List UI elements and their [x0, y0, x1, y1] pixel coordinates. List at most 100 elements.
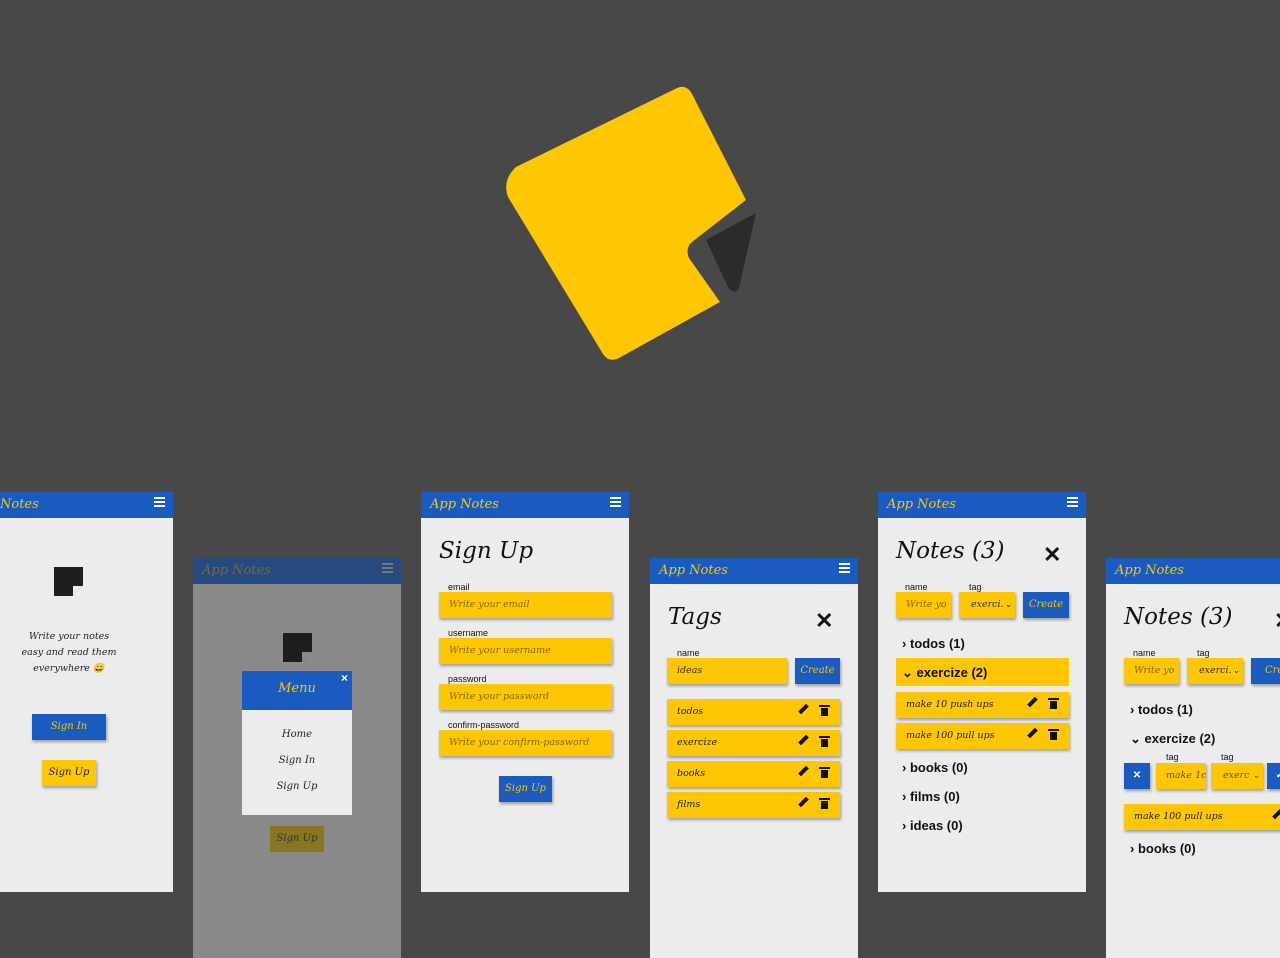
group-exercize[interactable]: ⌄ exercize (2) [1130, 731, 1215, 747]
note-text: make 10 push ups [906, 699, 994, 710]
username-label: username [448, 628, 489, 638]
hamburger-menu-icon[interactable] [1067, 497, 1078, 509]
create-tag-button[interactable]: Create [795, 658, 840, 684]
note-name-input[interactable]: Write yo [896, 592, 951, 618]
sign-in-button[interactable]: Sign In [32, 714, 106, 740]
group-todos[interactable]: › todos (1) [902, 636, 965, 651]
menu-item-sign-in[interactable]: Sign In [242, 755, 352, 766]
confirm-password-label: confirm-password [448, 720, 520, 730]
group-label: todos (1) [909, 636, 965, 651]
group-books[interactable]: › books (0) [902, 760, 968, 775]
group-label: books (0) [1137, 841, 1196, 856]
tag-row[interactable]: exercize [667, 730, 840, 756]
phone-notes-edit: App Notes Notes (3) ✕ name tag Write yo … [1106, 558, 1280, 958]
name-label: name [1133, 648, 1156, 658]
edit-note-input[interactable]: make 1c [1156, 763, 1206, 789]
tag-name: todos [677, 706, 704, 717]
trash-icon[interactable] [819, 798, 830, 809]
hamburger-menu-icon[interactable] [154, 497, 165, 509]
sign-up-button[interactable]: Sign Up [42, 760, 96, 786]
group-todos[interactable]: › todos (1) [1130, 702, 1193, 717]
trash-icon[interactable] [819, 767, 830, 778]
pencil-icon[interactable] [798, 765, 809, 777]
tagline-line: Write your notes [28, 631, 110, 642]
close-icon[interactable]: ✕ [815, 610, 833, 632]
edit-tag-select[interactable]: exerc ⌄ [1211, 763, 1263, 789]
pencil-icon[interactable] [1272, 808, 1280, 820]
app-bar: Notes [0, 492, 173, 518]
note-row[interactable]: make 100 pull ups [896, 723, 1069, 749]
tag-actions [798, 796, 830, 812]
app-logo [506, 86, 756, 360]
email-field[interactable]: Write your email [439, 592, 612, 618]
tag-row[interactable]: todos [667, 699, 840, 725]
note-row[interactable]: make 10 push ups [896, 692, 1069, 718]
close-icon[interactable]: ✕ [1274, 610, 1280, 632]
password-field[interactable]: Write your password [439, 684, 612, 710]
username-field[interactable]: Write your username [439, 638, 612, 664]
tag-actions [798, 734, 830, 750]
app-title[interactable]: App Notes [887, 497, 956, 512]
close-icon[interactable]: ✕ [1043, 544, 1061, 566]
create-note-button[interactable]: Crea [1251, 658, 1280, 684]
confirm-password-field[interactable]: Write your confirm-password [439, 730, 612, 756]
pencil-icon[interactable] [1027, 696, 1038, 708]
trash-icon[interactable] [1048, 698, 1059, 709]
trash-icon[interactable] [1048, 729, 1059, 740]
app-title[interactable]: App Notes [202, 563, 271, 578]
cancel-edit-button[interactable]: ✕ [1124, 763, 1150, 789]
tag-actions [798, 703, 830, 719]
tag-select-value: exerc [1223, 770, 1250, 781]
group-books[interactable]: › books (0) [1130, 841, 1196, 856]
pencil-icon[interactable] [1027, 727, 1038, 739]
note-row[interactable]: make 100 pull ups [1124, 804, 1280, 830]
group-exercize-expanded[interactable]: ⌄ exercize (2) [896, 658, 1069, 686]
chevron-down-icon: ⌄ [1004, 600, 1012, 610]
tag-row[interactable]: books [667, 761, 840, 787]
sign-up-button[interactable]: Sign Up [270, 826, 324, 852]
group-films[interactable]: › films (0) [902, 789, 960, 804]
page-title: Tags [668, 604, 722, 630]
hamburger-menu-icon[interactable] [382, 563, 393, 575]
menu-item-home[interactable]: Home [242, 729, 352, 740]
page-title: Sign Up [439, 538, 534, 564]
menu-header: Menu × [242, 671, 352, 710]
edit-tag-label: tag [1221, 752, 1234, 762]
sign-up-submit-button[interactable]: Sign Up [499, 776, 552, 802]
app-title[interactable]: App Notes [1115, 563, 1184, 578]
menu-title: Menu [278, 681, 316, 696]
close-icon[interactable]: × [341, 671, 348, 685]
create-note-button[interactable]: Create [1023, 592, 1069, 618]
group-label: books (0) [909, 760, 968, 775]
note-actions [1027, 696, 1059, 712]
app-title[interactable]: Notes [0, 497, 39, 512]
trash-icon[interactable] [819, 736, 830, 747]
note-name-input[interactable]: Write yo [1124, 658, 1179, 684]
pencil-icon[interactable] [798, 796, 809, 808]
pencil-icon[interactable] [798, 703, 809, 715]
tag-row[interactable]: films [667, 792, 840, 818]
confirm-edit-button[interactable]: ✓ [1267, 763, 1280, 789]
tag-name-input[interactable]: ideas [667, 658, 787, 684]
chevron-down-icon: ⌄ [1252, 771, 1260, 781]
app-bar: App Notes [1106, 558, 1280, 584]
chevron-down-icon: ⌄ [1232, 666, 1240, 676]
tag-label: tag [1197, 648, 1210, 658]
phone-menu: App Notes Menu × Home Sign In Sign Up Si… [193, 558, 401, 958]
phone-signup: App Notes Sign Up email Write your email… [421, 492, 629, 892]
hamburger-menu-icon[interactable] [610, 497, 621, 509]
tag-select[interactable]: exerci. ⌄ [1187, 658, 1243, 684]
pencil-icon[interactable] [798, 734, 809, 746]
tagline-line: everywhere 😀 [33, 663, 105, 674]
group-ideas[interactable]: › ideas (0) [902, 818, 963, 833]
tag-select[interactable]: exerci. ⌄ [959, 592, 1015, 618]
app-bar: App Notes [193, 558, 401, 584]
chevron-right-icon: › [902, 760, 910, 775]
app-title[interactable]: App Notes [430, 497, 499, 512]
trash-icon[interactable] [819, 705, 830, 716]
menu-item-sign-up[interactable]: Sign Up [242, 781, 352, 792]
logo-note-shape [506, 86, 746, 360]
hamburger-menu-icon[interactable] [839, 563, 850, 575]
app-title[interactable]: App Notes [659, 563, 728, 578]
note-logo-icon [54, 567, 83, 596]
